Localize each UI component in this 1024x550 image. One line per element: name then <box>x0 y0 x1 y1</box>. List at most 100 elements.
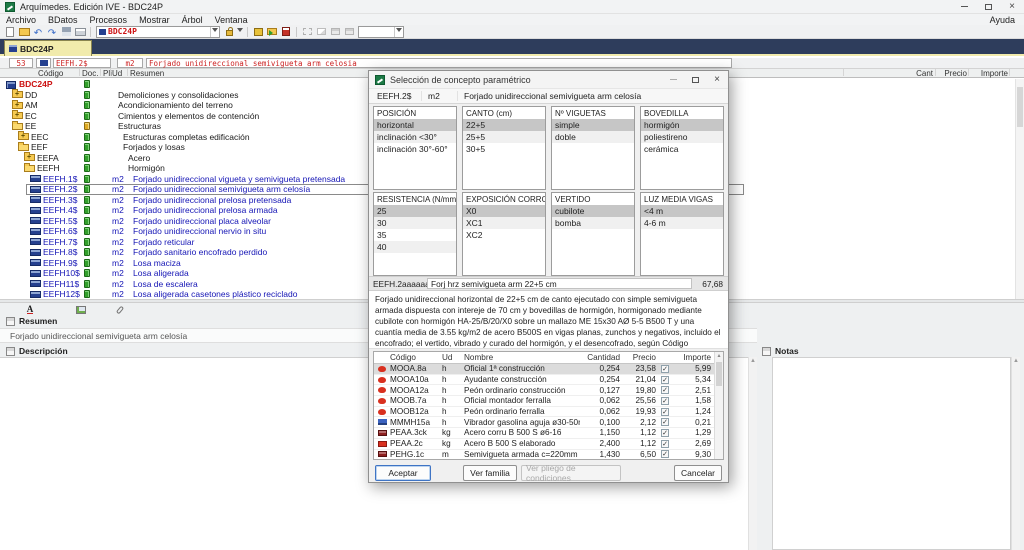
lock-dropdown-arrow[interactable] <box>236 28 244 35</box>
open-folder-icon[interactable] <box>17 26 31 38</box>
new-document-icon[interactable] <box>3 26 17 38</box>
parameter-option[interactable]: cerámica <box>641 143 723 155</box>
checkbox[interactable]: ✓ <box>661 397 669 405</box>
parameter-option[interactable]: cubilote <box>552 205 634 217</box>
checkbox[interactable]: ✓ <box>661 386 669 394</box>
menu-ventana[interactable]: Ventana <box>209 15 254 25</box>
unit-field[interactable]: m2 <box>117 58 143 68</box>
print-icon[interactable] <box>73 26 87 38</box>
table-row[interactable]: PEAA.2ckgAcero B 500 S elaborado2,4001,1… <box>374 439 714 450</box>
parameter-option[interactable]: 30 <box>374 217 456 229</box>
select-area-icon[interactable] <box>300 26 314 38</box>
row-number-field[interactable]: 53 <box>9 58 33 68</box>
concept-type-field[interactable] <box>36 58 51 68</box>
table-header-ud[interactable]: Ud <box>442 353 464 362</box>
parameter-option[interactable]: 25+5 <box>463 131 545 143</box>
tree-scrollbar[interactable] <box>1015 79 1024 299</box>
table-row[interactable]: MOOB12ahPeón ordinario ferralla0,06219,9… <box>374 407 714 418</box>
table-row[interactable]: PEHG.1cmSemivigueta armada c=220mm1,4306… <box>374 450 714 461</box>
image-icon[interactable] <box>73 304 89 315</box>
parameter-option[interactable]: bomba <box>552 217 634 229</box>
parameter-option[interactable]: inclinación 30°-60° <box>374 143 456 155</box>
column-header-cant[interactable]: Cant <box>845 69 933 78</box>
menu-ayuda[interactable]: Ayuda <box>981 15 1024 25</box>
table-header-precio[interactable]: Precio <box>620 353 656 362</box>
chart-icon[interactable] <box>314 26 328 38</box>
checkbox[interactable]: ✓ <box>661 418 669 426</box>
column-header-doc[interactable]: Doc. <box>82 69 98 78</box>
aceptar-button[interactable]: Aceptar <box>375 465 431 481</box>
concept-tools-icon[interactable] <box>251 26 265 38</box>
parameter-option[interactable]: hormigón <box>641 119 723 131</box>
leaf-icon <box>30 291 41 298</box>
parameter-option[interactable]: XC1 <box>463 217 545 229</box>
column-header-importe[interactable]: Importe <box>969 69 1008 78</box>
minimize-button[interactable] <box>952 0 976 13</box>
column-header-codigo[interactable]: Código <box>38 69 63 78</box>
save-icon[interactable] <box>59 26 73 38</box>
column-header-resumen[interactable]: Resumen <box>130 69 164 78</box>
parameter-option[interactable]: horizontal <box>374 119 456 131</box>
checkbox[interactable]: ✓ <box>661 440 669 448</box>
menu-procesos[interactable]: Procesos <box>84 15 134 25</box>
table-scrollbar[interactable]: ▴ <box>714 352 723 459</box>
parameter-option[interactable]: XC2 <box>463 229 545 241</box>
parameter-option[interactable]: 25 <box>374 205 456 217</box>
window-cascade-icon[interactable] <box>342 26 356 38</box>
attachment-icon[interactable] <box>112 304 128 315</box>
table-row[interactable]: PEAA.3ckkgAcero corru B 500 S ø6-161,150… <box>374 428 714 439</box>
table-row[interactable]: MOOA10ahAyudante construcción0,25421,04✓… <box>374 375 714 386</box>
parameter-option[interactable]: 22+5 <box>463 119 545 131</box>
notas-textarea[interactable] <box>772 357 1011 550</box>
ver-familia-button[interactable]: Ver familia <box>463 465 517 481</box>
column-header-precio[interactable]: Precio <box>936 69 967 78</box>
parameter-option[interactable]: doble <box>552 131 634 143</box>
labor-icon <box>378 398 386 404</box>
table-header-nombre[interactable]: Nombre <box>464 353 580 362</box>
parameter-option[interactable]: simple <box>552 119 634 131</box>
close-button[interactable]: × <box>1000 0 1024 13</box>
parameter-option[interactable]: X0 <box>463 205 545 217</box>
notas-scrollbar[interactable]: ▲ <box>1011 357 1020 550</box>
menu-árbol[interactable]: Árbol <box>176 15 209 25</box>
table-header-cantidad[interactable]: Cantidad <box>580 353 620 362</box>
table-row[interactable]: MMMH15ahVibrador gasolina aguja ø30-50mm… <box>374 417 714 428</box>
table-header-importe[interactable]: Importe <box>674 353 714 362</box>
code-field[interactable]: EEFH.2$ <box>53 58 111 68</box>
parameter-option[interactable]: poliestireno <box>641 131 723 143</box>
lock-icon[interactable] <box>222 26 236 38</box>
font-icon[interactable]: A <box>22 304 38 315</box>
parameter-option[interactable]: 4-6 m <box>641 217 723 229</box>
descripcion-scrollbar[interactable]: ▲ <box>748 357 757 550</box>
summary-field[interactable]: Forjado unidireccional semivigueta arm c… <box>146 58 732 68</box>
table-header-codigo[interactable]: Código <box>390 353 442 362</box>
table-row[interactable]: MOOB.7ahOficial montador ferralla0,06225… <box>374 396 714 407</box>
folder-export-icon[interactable] <box>265 26 279 38</box>
checkbox[interactable]: ✓ <box>661 365 669 373</box>
database-combo[interactable]: BDC24P <box>96 26 220 38</box>
filter-combo[interactable] <box>358 26 404 38</box>
database-combo-arrow[interactable] <box>210 27 219 37</box>
parameter-option[interactable]: 35 <box>374 229 456 241</box>
cancelar-button[interactable]: Cancelar <box>674 465 722 481</box>
checkbox[interactable]: ✓ <box>661 408 669 416</box>
parameter-option[interactable]: inclinación <30° <box>374 131 456 143</box>
table-row[interactable]: MOOA12ahPeón ordinario construcción0,127… <box>374 385 714 396</box>
undo-icon[interactable] <box>31 26 45 38</box>
checkbox[interactable]: ✓ <box>661 450 669 458</box>
dialog-maximize-button[interactable] <box>684 71 706 88</box>
tab-bdc24p[interactable]: BDC24P <box>4 40 92 56</box>
window-tile-icon[interactable] <box>328 26 342 38</box>
menu-mostrar[interactable]: Mostrar <box>133 15 176 25</box>
red-book-icon[interactable] <box>279 26 293 38</box>
dialog-close-button[interactable]: × <box>706 71 728 88</box>
parameter-option[interactable]: <4 m <box>641 205 723 217</box>
parameter-option[interactable]: 30+5 <box>463 143 545 155</box>
redo-icon[interactable] <box>45 26 59 38</box>
restore-button[interactable] <box>976 0 1000 13</box>
table-row[interactable]: MOOA.8ahOficial 1ª construcción0,25423,5… <box>374 364 714 375</box>
column-header-ud[interactable]: Ud <box>112 69 122 78</box>
checkbox[interactable]: ✓ <box>661 376 669 384</box>
checkbox[interactable]: ✓ <box>661 429 669 437</box>
parameter-option[interactable]: 40 <box>374 241 456 253</box>
